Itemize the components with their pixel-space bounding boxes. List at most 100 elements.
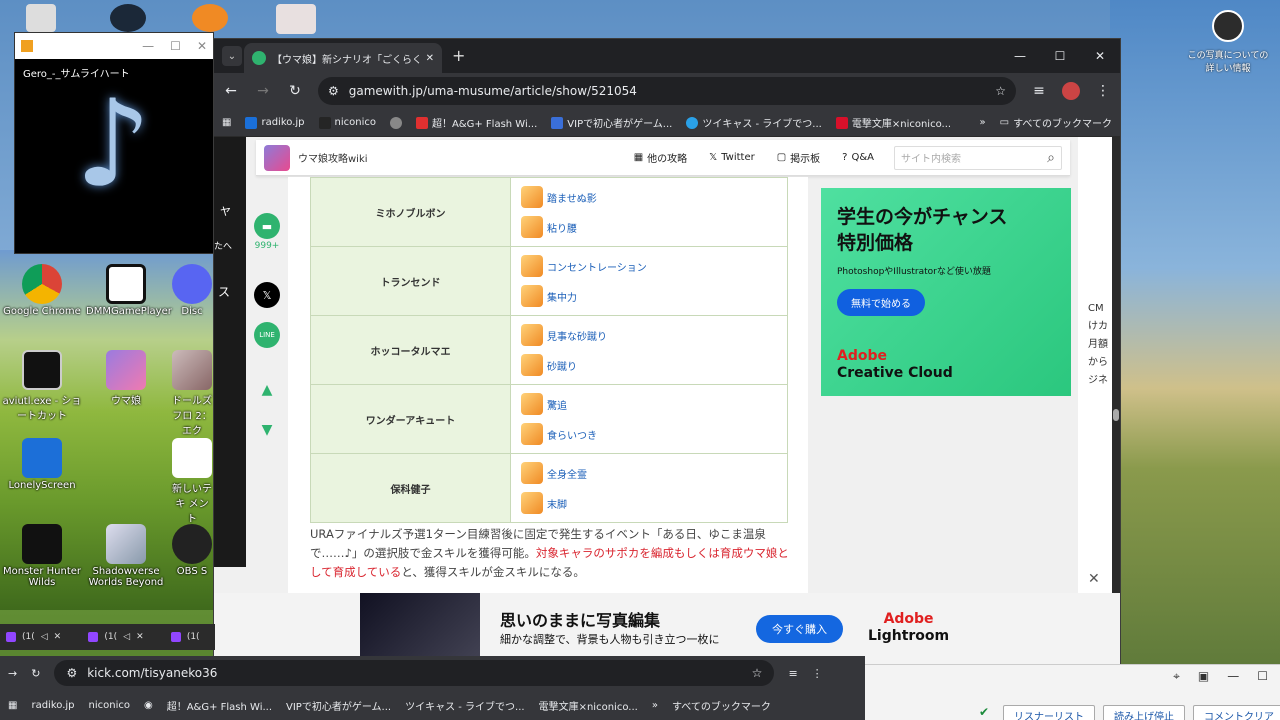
profile-avatar[interactable] xyxy=(1062,82,1080,100)
address-bar[interactable]: ⚙ gamewith.jp/uma-musume/article/show/52… xyxy=(318,77,1016,105)
minimize-button[interactable]: — xyxy=(142,39,154,53)
pin-icon[interactable]: ⌖ xyxy=(1173,669,1180,684)
skill-link[interactable]: 驚追 xyxy=(511,389,787,419)
skill-link[interactable]: 全身全霊 xyxy=(511,458,787,488)
tab-search-button[interactable]: ⌄ xyxy=(222,46,242,66)
nav-board[interactable]: ▢ 掲示板 xyxy=(777,150,820,165)
globe-icon[interactable]: ◉ xyxy=(144,700,153,711)
bookmark-star-icon[interactable]: ☆ xyxy=(995,84,1006,98)
photo-info-button[interactable]: この写真についての詳しい情報 xyxy=(1186,10,1270,74)
desktop-icon-mhwilds[interactable]: Monster Hunter Wilds xyxy=(2,524,82,588)
reload-icon[interactable]: ↻ xyxy=(31,667,40,680)
bookmarks-more-button[interactable]: » xyxy=(980,117,986,128)
bookmark-item[interactable]: 電撃文庫×niconico... xyxy=(539,698,638,713)
window-minimize-button[interactable]: — xyxy=(1000,39,1040,73)
bookmark-item[interactable]: VIPで初心者がゲーム... xyxy=(286,698,391,713)
site-info-icon[interactable]: ⚙ xyxy=(328,84,339,98)
like-button[interactable]: ▲ xyxy=(252,377,282,403)
all-bookmarks-button[interactable]: ▭ すべてのブックマーク xyxy=(1000,115,1112,130)
kick-tab[interactable]: (1(◁ ✕ xyxy=(6,632,82,642)
share-x-button[interactable]: 𝕏 xyxy=(252,282,282,308)
stop-reading-button[interactable]: 読み上げ停止 xyxy=(1103,705,1185,720)
ad-close-button[interactable]: ✕ xyxy=(1088,571,1100,587)
pip-icon[interactable]: ▣ xyxy=(1198,669,1209,684)
bookmark-item[interactable]: 超！A&G+ Flash Wi... xyxy=(167,698,272,713)
media-control-icon[interactable]: ≡ xyxy=(1030,83,1048,99)
bookmark-item[interactable]: radiko.jp xyxy=(245,116,305,129)
maximize-button[interactable]: ☐ xyxy=(170,39,181,53)
bookmark-item[interactable] xyxy=(389,116,402,129)
tab-active[interactable]: 【ウマ娘】新シナリオ「ごくらく♪ゆこま ✕ xyxy=(244,43,442,73)
desktop-icon-obs[interactable]: OBS S xyxy=(172,524,212,577)
skill-link[interactable]: 集中力 xyxy=(511,281,787,311)
site-search-input[interactable]: サイト内検索 ⌕ xyxy=(894,145,1062,170)
site-name[interactable]: ウマ娘攻略wiki xyxy=(298,150,368,165)
desktop-icon-lonelyscreen[interactable]: LonelyScreen xyxy=(2,438,82,491)
nav-qa[interactable]: ? Q&A xyxy=(842,152,874,163)
nav-other-guides[interactable]: ▦ 他の攻略 xyxy=(634,150,687,165)
media-control-icon[interactable]: ≡ xyxy=(788,667,797,680)
close-icon[interactable]: ✕ xyxy=(136,632,144,642)
desktop-icon-dmm[interactable]: DMMGamePlayer xyxy=(86,264,172,317)
desktop-icon-aviutl[interactable]: aviutl.exe - ショートカット xyxy=(2,350,82,422)
comment-button[interactable]: ▬ 999+ xyxy=(252,213,282,251)
scroll-thumb[interactable] xyxy=(1113,409,1119,421)
maximize-button[interactable]: ☐ xyxy=(1257,669,1268,684)
desktop-icon-discord[interactable]: Disc xyxy=(172,264,212,317)
ad-buy-button[interactable]: 今すぐ購入 xyxy=(756,615,843,643)
site-logo[interactable] xyxy=(264,144,290,171)
apps-icon[interactable]: ▦ xyxy=(222,117,231,128)
reload-icon[interactable]: ↻ xyxy=(286,83,304,99)
kick-tab[interactable]: (1(◁ ✕ xyxy=(88,632,164,642)
nav-twitter[interactable]: 𝕏 Twitter xyxy=(709,152,755,163)
desktop-icon-shadowverse[interactable]: Shadowverse Worlds Beyond xyxy=(86,524,166,588)
kick-tab[interactable]: (1( xyxy=(170,632,209,642)
bookmarks-more-button[interactable]: » xyxy=(652,700,658,711)
skill-link[interactable]: 砂蹴り xyxy=(511,350,787,380)
apps-icon[interactable]: ▦ xyxy=(8,700,17,711)
dislike-button[interactable]: ▼ xyxy=(252,417,282,443)
share-line-button[interactable]: LINE xyxy=(252,322,282,348)
address-bar[interactable]: ⚙ kick.com/tisyaneko36 ☆ xyxy=(54,660,775,686)
tab-close-button[interactable]: ✕ xyxy=(426,53,434,64)
back-icon[interactable]: ← xyxy=(222,83,240,99)
bookmark-item[interactable]: niconico xyxy=(318,116,376,129)
steam-icon[interactable] xyxy=(110,4,146,32)
bookmark-item[interactable]: niconico xyxy=(89,700,130,711)
page-scrollbar[interactable] xyxy=(1112,137,1120,667)
listener-list-button[interactable]: リスナーリスト xyxy=(1003,705,1095,720)
forward-icon[interactable]: → xyxy=(254,83,272,99)
new-tab-button[interactable]: + xyxy=(452,46,465,65)
desktop-icon-umamusume[interactable]: ウマ娘 xyxy=(86,350,166,407)
bookmark-item[interactable]: 電撃文庫×niconico... xyxy=(835,115,951,130)
close-icon[interactable]: ✕ xyxy=(54,632,62,642)
app-icon[interactable] xyxy=(192,4,228,32)
bookmark-item[interactable]: ツイキャス - ライブでつ... xyxy=(405,698,525,713)
all-bookmarks-button[interactable]: すべてのブックマーク xyxy=(672,698,771,713)
window-maximize-button[interactable]: ☐ xyxy=(1040,39,1080,73)
adobe-cc-ad[interactable]: 学生の今がチャンス 特別価格 PhotoshopやIllustratorなど使い放… xyxy=(821,188,1071,396)
back-icon[interactable]: → xyxy=(8,667,17,680)
minimize-button[interactable]: — xyxy=(1227,669,1239,684)
skill-link[interactable]: 末脚 xyxy=(511,488,787,518)
desktop-icon-chrome[interactable]: Google Chrome xyxy=(2,264,82,317)
search-icon[interactable]: ⌕ xyxy=(1047,150,1055,166)
skill-link[interactable]: 踏ませぬ影 xyxy=(511,182,787,212)
menu-icon[interactable]: ⋮ xyxy=(1094,83,1112,99)
skill-link[interactable]: コンセントレーション xyxy=(511,251,787,281)
ad-start-button[interactable]: 無料で始める xyxy=(837,289,925,316)
close-button[interactable]: ✕ xyxy=(197,39,207,53)
bookmark-item[interactable]: VIPで初心者がゲーム... xyxy=(551,115,672,130)
window-close-button[interactable]: ✕ xyxy=(1080,39,1120,73)
skill-link[interactable]: 粘り腰 xyxy=(511,212,787,242)
character-icon[interactable] xyxy=(276,4,316,34)
recycle-bin-icon[interactable] xyxy=(26,4,56,32)
bookmark-item[interactable]: 超！A&G+ Flash Wi... xyxy=(415,115,537,130)
bookmark-star-icon[interactable]: ☆ xyxy=(752,666,763,680)
desktop-icon-newtext[interactable]: 新しいテキ メント xyxy=(172,438,212,525)
desktop-icon-dolls[interactable]: ドールズフロ 2：エク xyxy=(172,350,212,437)
bookmark-item[interactable]: radiko.jp xyxy=(31,700,74,711)
bookmark-item[interactable]: ツイキャス - ライブでつ... xyxy=(686,115,822,130)
clear-comments-button[interactable]: コメントクリア xyxy=(1193,705,1280,720)
skill-link[interactable]: 見事な砂蹴り xyxy=(511,320,787,350)
